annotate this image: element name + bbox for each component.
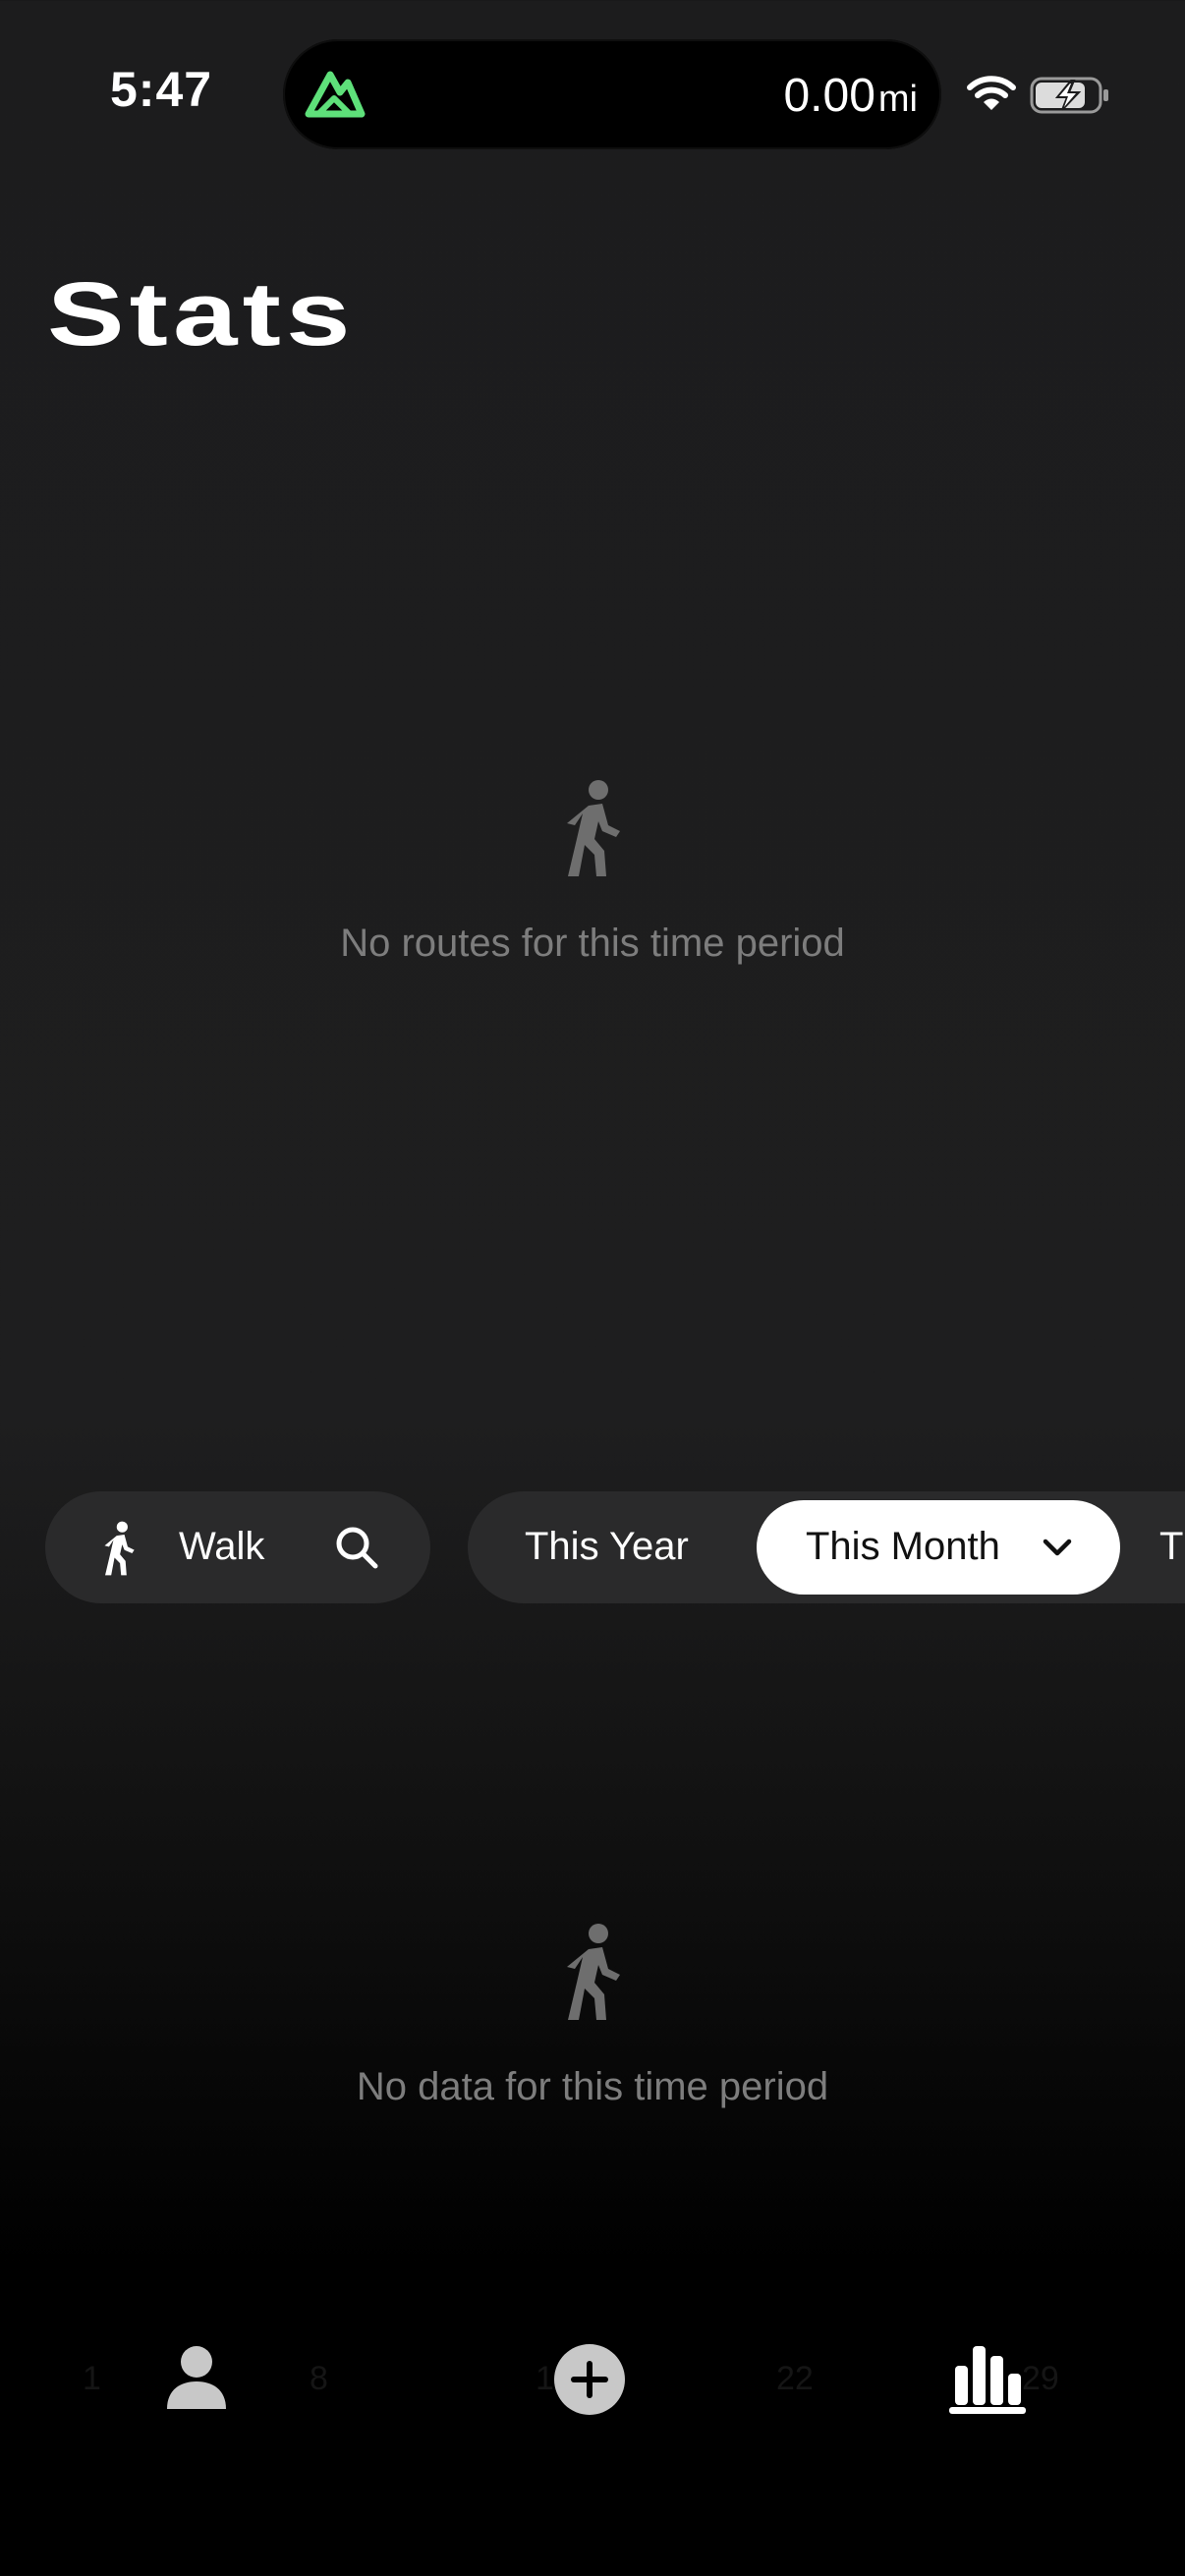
chevron-down-icon — [1043, 1539, 1072, 1556]
routes-empty-message: No routes for this time period — [340, 922, 845, 965]
period-option-label: This Month — [806, 1525, 1000, 1568]
live-distance: 0.00mi — [783, 69, 918, 123]
live-distance-value: 0.00 — [783, 70, 875, 122]
activity-label: Walk — [179, 1525, 265, 1568]
profile-icon[interactable] — [163, 2344, 230, 2411]
activity-filter[interactable]: Walk — [45, 1491, 430, 1603]
page-title: Stats — [47, 264, 356, 364]
alltrails-logo-icon — [305, 71, 366, 118]
period-option-this-year[interactable]: This Year — [525, 1525, 689, 1569]
faint-day-label: 8 — [310, 2360, 328, 2397]
period-option-this-month[interactable]: This Month — [757, 1500, 1120, 1595]
walking-person-icon — [104, 1521, 135, 1576]
stats-icon[interactable] — [947, 2342, 1028, 2415]
add-icon[interactable] — [554, 2344, 625, 2415]
faint-day-label: 22 — [776, 2360, 814, 2397]
dynamic-island[interactable]: 0.00mi — [283, 39, 941, 149]
battery-charging-icon — [1030, 77, 1108, 114]
live-distance-unit: mi — [877, 79, 918, 120]
faint-day-label: 1 — [83, 2360, 101, 2397]
walking-person-icon — [567, 1924, 620, 2020]
status-time: 5:47 — [110, 62, 213, 117]
data-empty-message: No data for this time period — [356, 2065, 829, 2108]
period-option-next[interactable]: T — [1159, 1525, 1183, 1569]
period-selector[interactable]: This Year This Month T — [468, 1491, 1185, 1603]
routes-empty-state: No routes for this time period — [0, 778, 1185, 966]
data-empty-state: No data for this time period — [0, 1922, 1185, 2109]
search-icon[interactable] — [334, 1525, 379, 1570]
walking-person-icon — [567, 780, 620, 876]
wifi-icon — [967, 76, 1016, 110]
